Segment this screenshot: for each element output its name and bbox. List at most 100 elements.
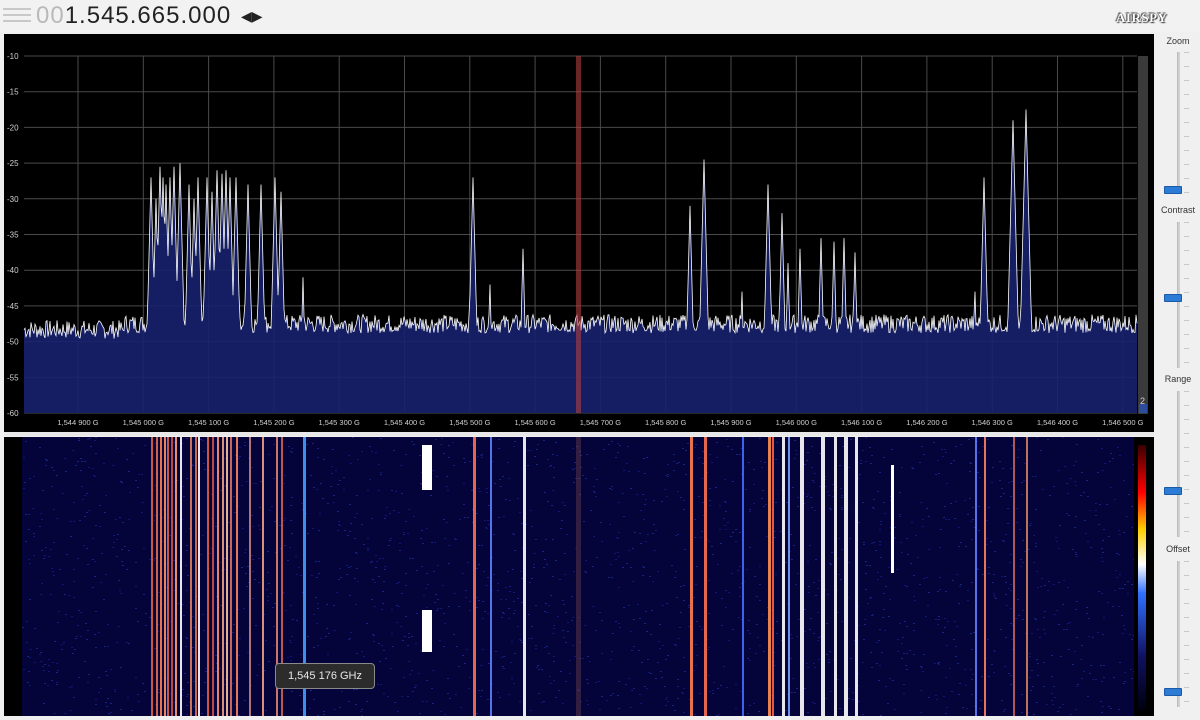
slider-tick [1184,631,1189,632]
spectrum-display[interactable]: -10-15-20-25-30-35-40-45-50-55-60 1,544 … [4,34,1154,432]
noise-speck [813,663,815,664]
noise-speck [456,646,458,647]
noise-speck [618,587,620,588]
noise-speck [725,529,727,530]
range-slider-track[interactable] [1177,391,1180,537]
noise-speck [373,635,375,636]
noise-speck [972,438,974,439]
noise-speck [953,639,955,640]
noise-speck [493,574,495,575]
noise-speck [301,503,303,504]
panel-splitter[interactable] [4,432,1154,436]
color-scale-bar [1138,445,1146,710]
noise-speck [291,636,293,637]
noise-speck [356,495,358,496]
noise-speck [318,561,320,562]
noise-speck [1003,541,1005,542]
noise-speck [731,449,733,450]
noise-speck [271,506,273,507]
noise-speck [879,541,881,542]
noise-speck [1033,535,1035,536]
noise-speck [915,535,917,536]
noise-speck [458,666,460,667]
noise-speck [481,690,483,691]
waterfall-signal [844,437,848,716]
y-tick-label: -55 [7,373,19,382]
noise-speck [645,611,647,612]
noise-speck [807,494,809,495]
noise-speck [759,584,761,585]
noise-speck [601,541,603,542]
noise-speck [443,613,445,614]
noise-speck [991,482,993,483]
noise-speck [1083,671,1085,672]
noise-speck [173,590,175,591]
noise-speck [39,526,41,527]
noise-speck [110,669,112,670]
noise-speck [1033,562,1035,563]
frequency-step-arrows-icon[interactable]: ◀▶ [241,8,263,25]
frequency-display[interactable]: 001.545.665.000 [36,2,231,30]
noise-speck [964,500,966,501]
noise-speck [519,701,521,702]
noise-speck [1031,670,1033,671]
noise-speck [959,586,961,587]
contrast-slider-thumb[interactable] [1164,294,1182,302]
noise-speck [28,559,30,560]
offset-slider-thumb[interactable] [1164,688,1182,696]
waterfall-display[interactable] [4,437,1154,716]
range-label: Range [1164,374,1192,384]
noise-speck [880,524,882,525]
noise-speck [505,587,507,588]
noise-speck [87,682,89,683]
noise-speck [878,640,880,641]
noise-speck [94,634,96,635]
noise-speck [858,625,860,626]
noise-speck [387,696,389,697]
noise-speck [215,526,217,527]
noise-speck [239,638,241,639]
noise-speck [251,467,253,468]
noise-speck [537,444,539,445]
noise-speck [135,677,137,678]
offset-slider-track[interactable] [1177,561,1180,707]
noise-speck [564,574,566,575]
noise-speck [677,686,679,687]
noise-speck [78,438,80,439]
noise-speck [807,667,809,668]
noise-speck [247,566,249,567]
spectrum-scrollbar[interactable] [1138,56,1148,414]
waterfall-signal [772,437,774,716]
noise-speck [646,457,648,458]
zoom-slider-thumb[interactable] [1164,186,1182,194]
drag-handle-icon[interactable] [3,8,31,24]
range-slider-thumb[interactable] [1164,487,1182,495]
noise-speck [899,514,901,515]
zoom-slider-track[interactable] [1177,52,1180,192]
noise-speck [586,454,588,455]
noise-speck [871,455,873,456]
noise-speck [719,505,721,506]
noise-speck [415,685,417,686]
noise-speck [512,569,514,570]
noise-speck [1051,676,1053,677]
noise-speck [885,686,887,687]
noise-speck [205,671,207,672]
noise-speck [970,669,972,670]
noise-speck [735,529,737,530]
noise-speck [409,558,411,559]
noise-speck [552,490,554,491]
noise-speck [880,521,882,522]
noise-speck [487,699,489,700]
noise-speck [960,444,962,445]
noise-speck [268,661,270,662]
noise-speck [841,497,843,498]
noise-speck [899,623,901,624]
noise-speck [1085,533,1087,534]
noise-speck [761,498,763,499]
noise-speck [708,647,710,648]
noise-speck [993,574,995,575]
noise-speck [1069,622,1071,623]
noise-speck [401,696,403,697]
noise-speck [696,566,698,567]
